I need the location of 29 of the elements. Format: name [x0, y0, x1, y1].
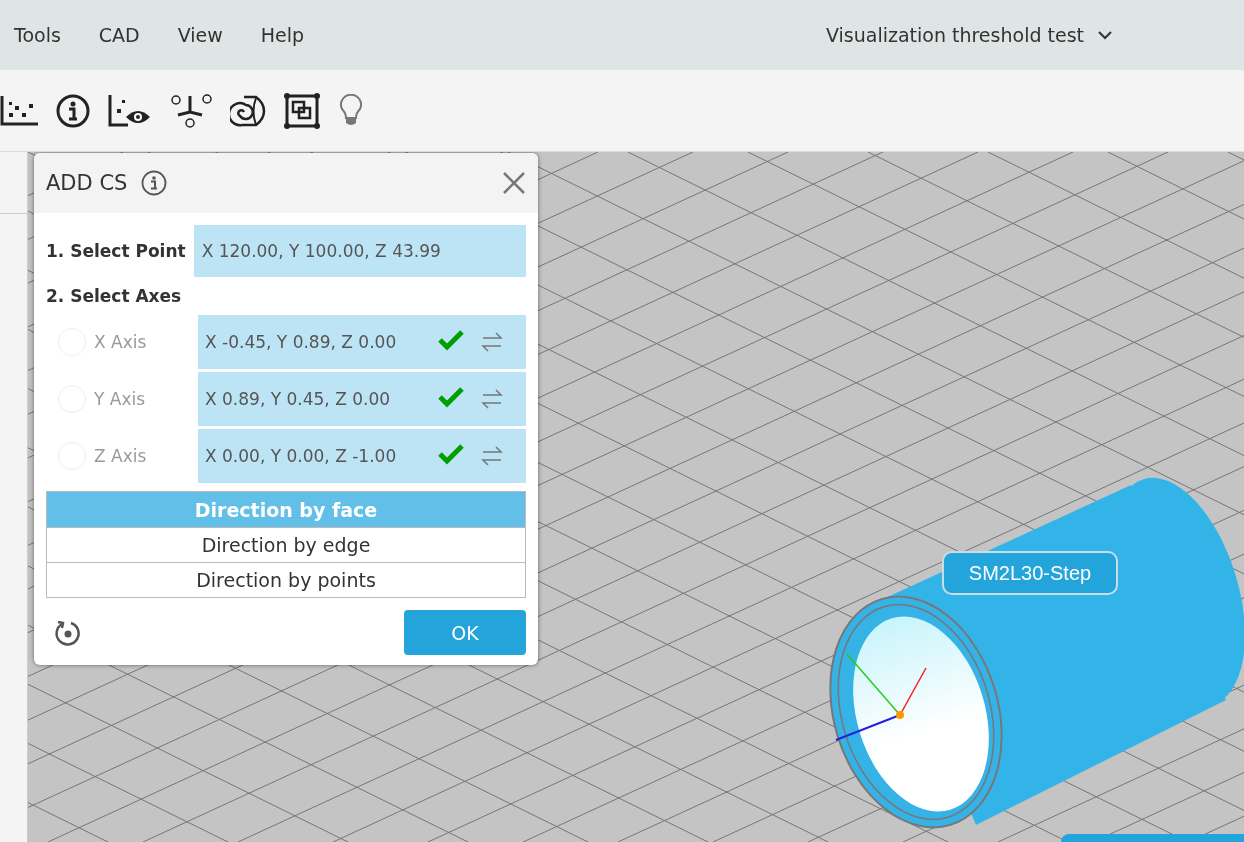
close-button[interactable]	[502, 171, 526, 195]
point-field[interactable]: X 120.00, Y 100.00, Z 43.99	[193, 225, 526, 277]
bounding-box-icon[interactable]	[284, 92, 320, 129]
menu-item[interactable]: Help	[260, 24, 305, 46]
dialog-title: ADD CS	[46, 171, 128, 195]
menu-item[interactable]: CAD	[98, 24, 140, 46]
step-label: 2. Select Axes	[46, 286, 183, 306]
project-dropdown[interactable]: Visualization threshold test	[825, 24, 1112, 46]
axis-value-text: X 0.00, Y 0.00, Z -1.00	[205, 446, 398, 466]
roll-icon[interactable]	[230, 94, 266, 127]
step-label: 1. Select Point	[46, 241, 186, 261]
swap-direction-icon[interactable]	[481, 446, 503, 466]
scatter-plot-icon[interactable]	[0, 95, 38, 126]
info-icon[interactable]	[141, 170, 168, 196]
info-icon[interactable]	[56, 93, 90, 128]
axis-label: Y Axis	[94, 389, 146, 409]
axis-value-text: X -0.45, Y 0.89, Z 0.00	[205, 332, 398, 352]
swap-direction-icon[interactable]	[481, 332, 503, 352]
axis-label: Z Axis	[94, 446, 147, 466]
model-name-label: SM2L30-Step	[942, 551, 1118, 595]
reset-icon[interactable]	[54, 618, 82, 647]
chevron-down-icon	[1098, 30, 1112, 40]
menu-item[interactable]: Tools	[14, 24, 61, 46]
swap-direction-icon[interactable]	[481, 389, 503, 409]
scatter-eye-icon[interactable]	[108, 94, 152, 127]
nodes-icon[interactable]	[170, 93, 212, 128]
axis-label: X Axis	[94, 332, 147, 352]
axis-value-text: X 0.89, Y 0.45, Z 0.00	[205, 389, 392, 409]
menu-item[interactable]: View	[177, 24, 223, 46]
